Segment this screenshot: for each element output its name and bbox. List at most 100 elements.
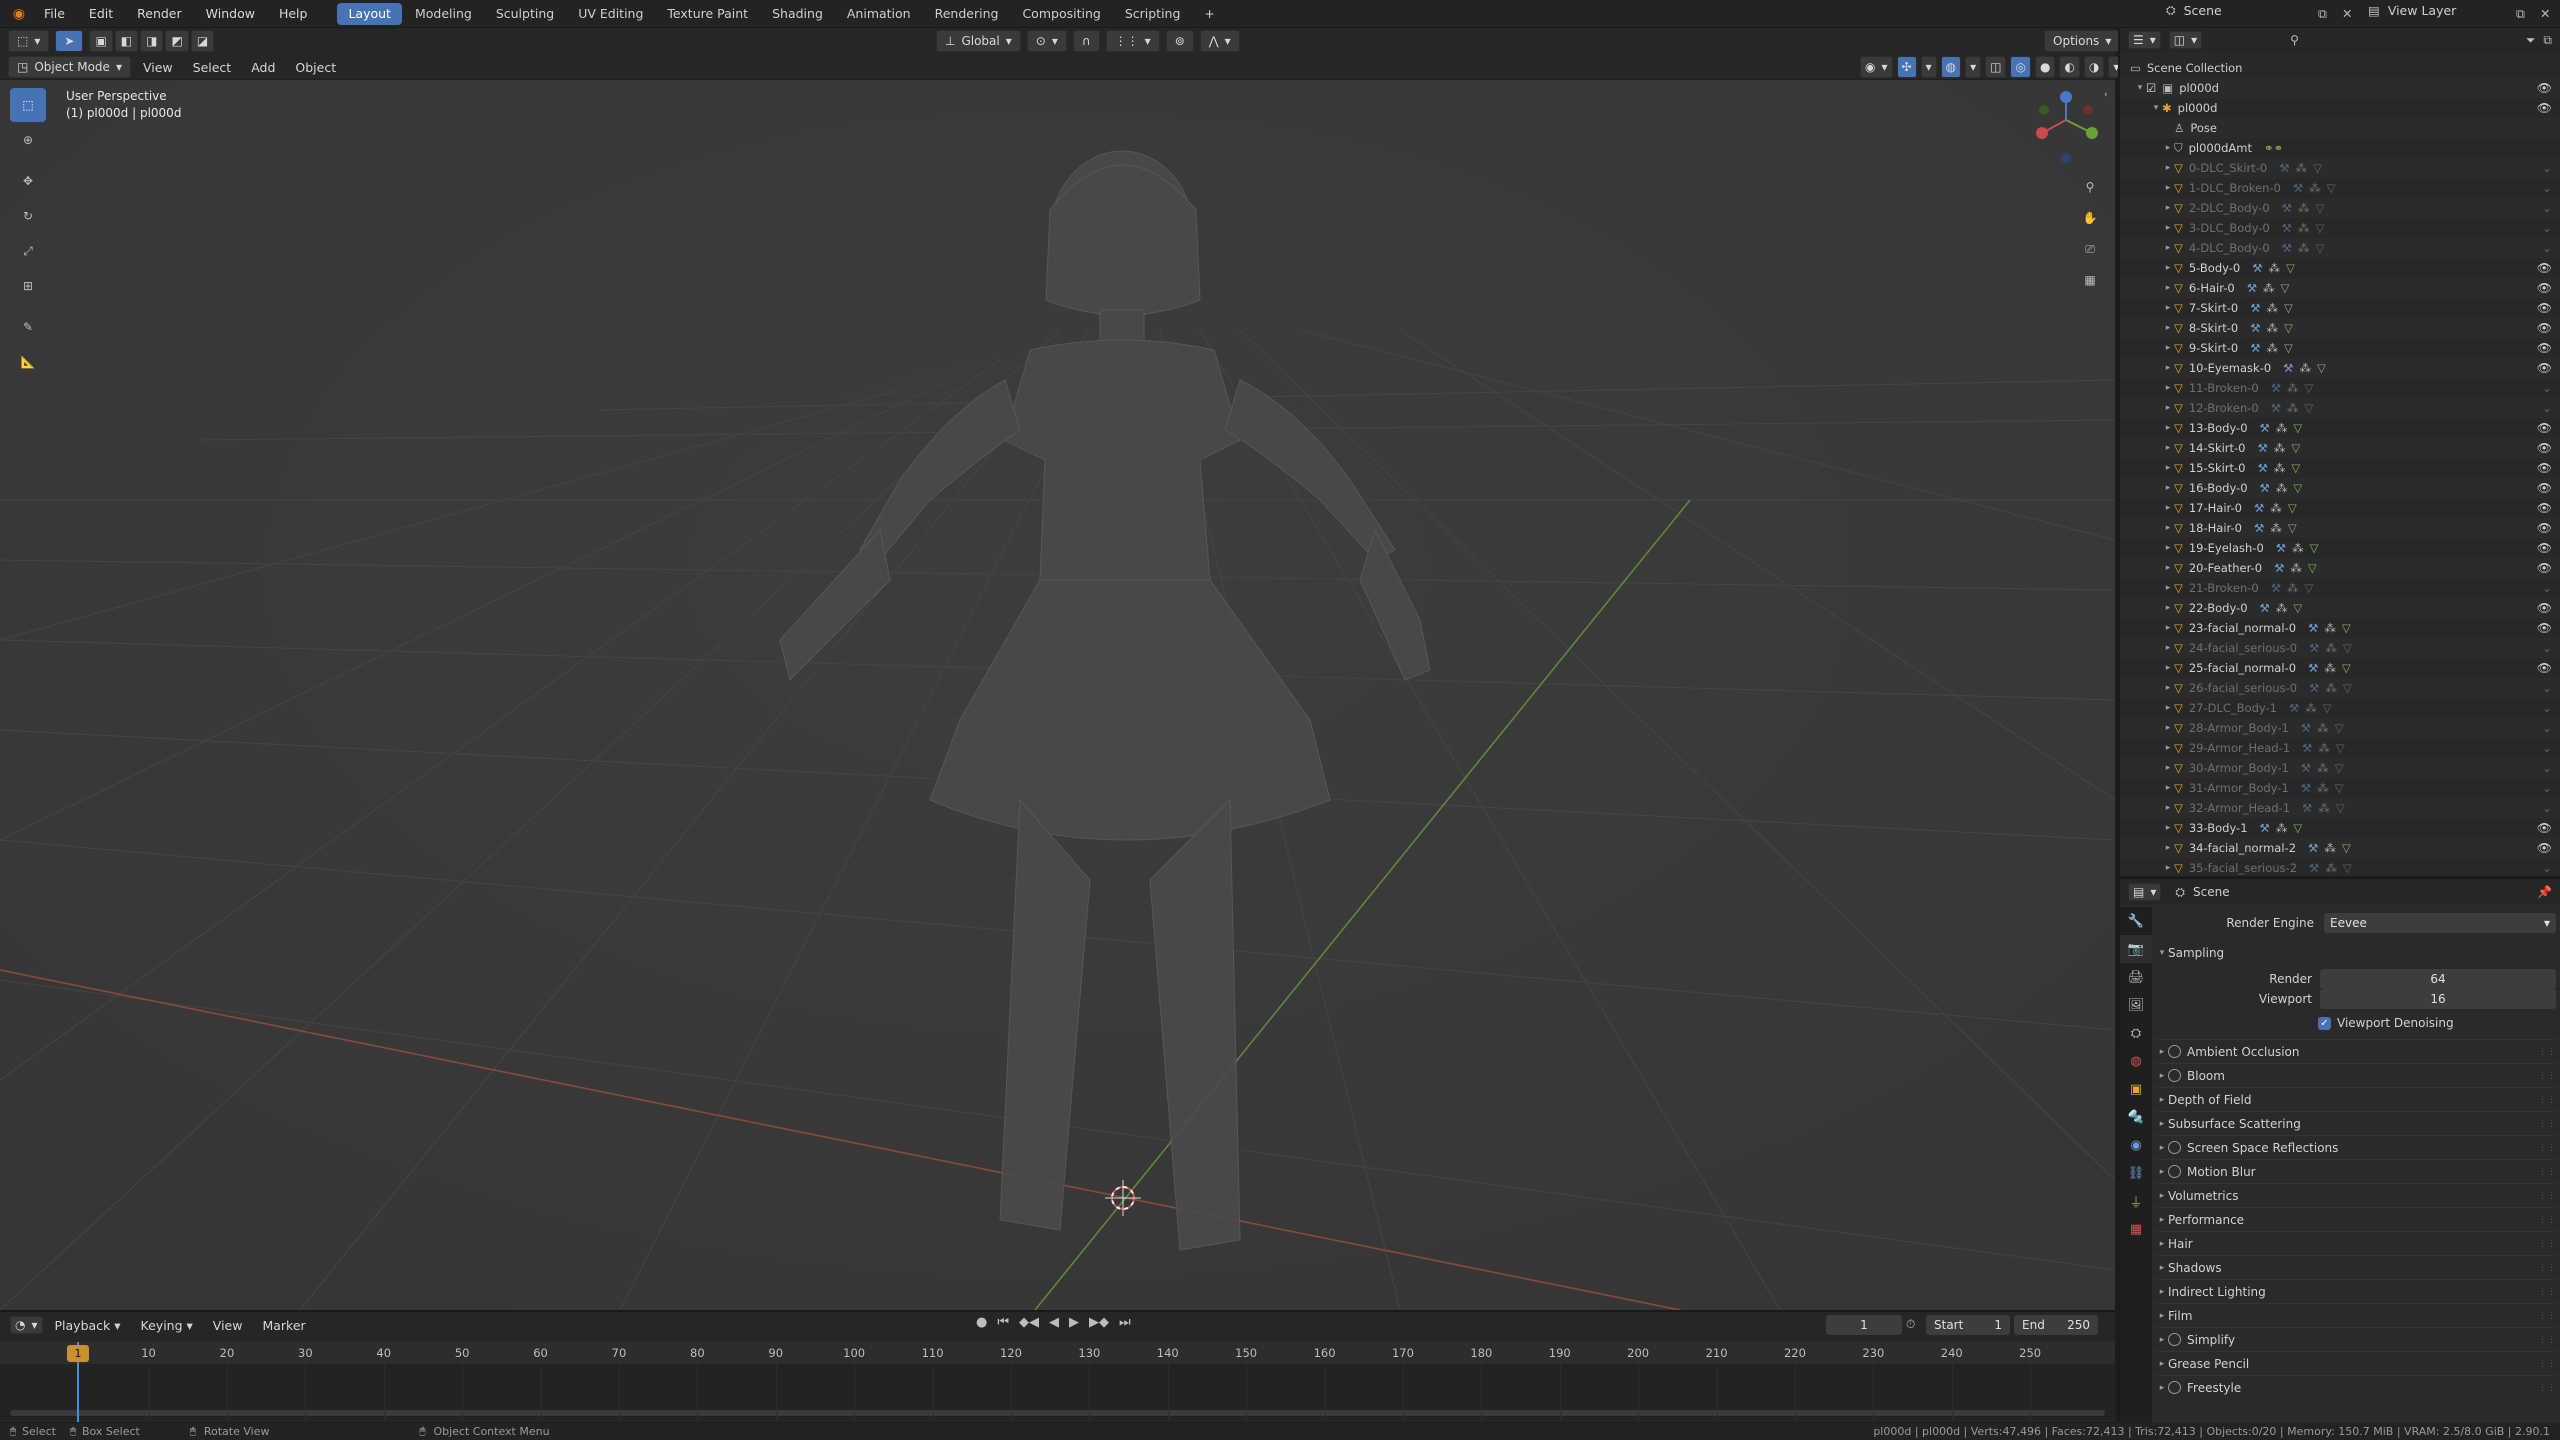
modifier-wrench-icon[interactable]: ⚒ <box>2302 801 2312 815</box>
properties-editor-type-button[interactable]: ▤ ▾ <box>2128 883 2162 901</box>
visibility-eye-icon[interactable]: 👁 <box>2537 521 2552 535</box>
workspace-tab-rendering[interactable]: Rendering <box>924 3 1010 25</box>
outliner-object-row[interactable]: ▸ ▽ 28-Armor_Body-1 ⚒ ⁂ ▽ ⌄ <box>2120 718 2560 738</box>
mesh-data-icon[interactable]: ▽ <box>2288 521 2297 535</box>
editor-type-button[interactable]: ⬚ ▾ <box>8 30 50 52</box>
collection-row[interactable]: ▾ ☑ ▣ pl000d 👁 <box>2120 78 2560 98</box>
hidden-eye-icon[interactable]: ⌄ <box>2542 161 2552 175</box>
render-subpanel-header[interactable]: ▸ Volumetrics ⋮⋮ <box>2156 1183 2556 1207</box>
hidden-eye-icon[interactable]: ⌄ <box>2542 741 2552 755</box>
gizmo-toggle[interactable]: ✣ <box>1896 56 1917 78</box>
menu-render[interactable]: Render <box>127 0 192 28</box>
render-subpanel-header[interactable]: ▸ Motion Blur ⋮⋮ <box>2156 1159 2556 1183</box>
mesh-data-icon[interactable]: ▽ <box>2342 621 2351 635</box>
expand-arrow-icon[interactable]: ▸ <box>2162 703 2174 713</box>
visibility-eye-icon[interactable]: 👁 <box>2537 301 2552 315</box>
mesh-data-icon[interactable]: ▽ <box>2327 181 2336 195</box>
tab-tool[interactable]: 🔧 <box>2120 907 2152 935</box>
hidden-eye-icon[interactable]: ⌄ <box>2542 721 2552 735</box>
workspace-tab-sculpting[interactable]: Sculpting <box>485 3 565 25</box>
enable-toggle-checkbox[interactable] <box>2168 1381 2181 1394</box>
vertex-groups-icon[interactable]: ⁂ <box>2324 621 2336 635</box>
mesh-data-icon[interactable]: ▽ <box>2293 601 2302 615</box>
keyframe-track[interactable] <box>0 1364 2115 1420</box>
modifier-wrench-icon[interactable]: ⚒ <box>2247 281 2257 295</box>
expand-arrow-icon[interactable]: ▸ <box>2162 483 2174 493</box>
mesh-data-icon[interactable]: ▽ <box>2335 781 2344 795</box>
3d-viewport[interactable]: User Perspective (1) pl000d | pl000d ⚲ ✋… <box>0 80 2115 1310</box>
drag-handle-icon[interactable]: ⋮⋮ <box>2538 1071 2556 1081</box>
mesh-data-icon[interactable]: ▽ <box>2305 401 2314 415</box>
hidden-eye-icon[interactable]: ⌄ <box>2542 381 2552 395</box>
move-tool[interactable]: ✥ <box>10 164 46 198</box>
expand-arrow-icon[interactable]: ▸ <box>2162 783 2174 793</box>
hidden-eye-icon[interactable]: ⌄ <box>2542 761 2552 775</box>
enable-toggle-checkbox[interactable] <box>2168 1045 2181 1058</box>
mesh-data-icon[interactable]: ▽ <box>2315 221 2324 235</box>
expand-arrow-icon[interactable]: ▸ <box>2162 403 2174 413</box>
vertex-groups-icon[interactable]: ⁂ <box>2287 581 2299 595</box>
modifier-wrench-icon[interactable]: ⚒ <box>2271 581 2281 595</box>
expand-arrow-icon[interactable]: ▸ <box>2162 743 2174 753</box>
outliner-object-row[interactable]: ▸ ▽ 25-facial_normal-0 ⚒ ⁂ ▽ 👁 <box>2120 658 2560 678</box>
expand-arrow-icon[interactable]: ▸ <box>2162 303 2174 313</box>
timeline-menu-view[interactable]: View <box>205 1318 251 1333</box>
viewport-menu-add[interactable]: Add <box>243 60 283 75</box>
vertex-groups-icon[interactable]: ⁂ <box>2263 281 2275 295</box>
modifier-wrench-icon[interactable]: ⚒ <box>2258 441 2268 455</box>
mesh-data-icon[interactable]: ▽ <box>2317 361 2326 375</box>
proportional-falloff-dropdown[interactable]: ⋀ ▾ <box>1199 30 1240 52</box>
overlays-dropdown[interactable]: ▾ <box>1965 56 1982 78</box>
timeline-editor-type-button[interactable]: ◔ ▾ <box>10 1316 43 1334</box>
render-subpanel-header[interactable]: ▸ Performance ⋮⋮ <box>2156 1207 2556 1231</box>
tab-output[interactable]: 🖨 <box>2120 963 2152 991</box>
zoom-button[interactable]: ⚲ <box>2076 172 2104 202</box>
expand-arrow-icon[interactable]: ▸ <box>2162 723 2174 733</box>
snap-toggle[interactable]: ∩ <box>1072 30 1100 52</box>
workspace-tab-uv-editing[interactable]: UV Editing <box>567 3 654 25</box>
viewport-samples-field[interactable]: 16 <box>2320 989 2556 1009</box>
select-subtract-button[interactable]: ◨ <box>140 30 164 52</box>
mesh-data-icon[interactable]: ▽ <box>2336 741 2345 755</box>
render-subpanel-header[interactable]: ▸ Bloom ⋮⋮ <box>2156 1063 2556 1087</box>
select-tweak-button[interactable]: ➤ <box>55 30 84 52</box>
xray-toggle[interactable]: ◫ <box>1985 56 2007 78</box>
modifier-wrench-icon[interactable]: ⚒ <box>2293 181 2303 195</box>
modifier-wrench-icon[interactable]: ⚒ <box>2254 501 2264 515</box>
modifier-wrench-icon[interactable]: ⚒ <box>2271 401 2281 415</box>
timeline-menu-keying[interactable]: Keying ▾ <box>133 1318 201 1333</box>
outliner-object-row[interactable]: ▸ ▽ 19-Eyelash-0 ⚒ ⁂ ▽ 👁 <box>2120 538 2560 558</box>
drag-handle-icon[interactable]: ⋮⋮ <box>2538 1143 2556 1153</box>
expand-arrow-icon[interactable]: ▸ <box>2162 263 2174 273</box>
mesh-data-icon[interactable]: ▽ <box>2342 661 2351 675</box>
outliner-search-icon[interactable]: ⚲ <box>2290 33 2299 47</box>
vertex-groups-icon[interactable]: ⁂ <box>2292 541 2304 555</box>
expand-arrow-icon[interactable]: ▸ <box>2162 223 2174 233</box>
expand-arrow-icon[interactable]: ▸ <box>2162 323 2174 333</box>
expand-arrow-icon[interactable]: ▸ <box>2162 683 2174 693</box>
outliner-object-row[interactable]: ▸ ▽ 6-Hair-0 ⚒ ⁂ ▽ 👁 <box>2120 278 2560 298</box>
render-engine-dropdown[interactable]: Eevee ▾ <box>2324 913 2556 933</box>
mesh-data-icon[interactable]: ▽ <box>2284 341 2293 355</box>
new-scene-icon[interactable]: ⧉ <box>2318 6 2327 22</box>
hidden-eye-icon[interactable]: ⌄ <box>2542 201 2552 215</box>
modifier-wrench-icon[interactable]: ⚒ <box>2279 161 2289 175</box>
vertex-groups-icon[interactable]: ⁂ <box>2274 461 2286 475</box>
menu-window[interactable]: Window <box>196 0 265 28</box>
outliner-object-row[interactable]: ▸ ▽ 24-facial_serious-0 ⚒ ⁂ ▽ ⌄ <box>2120 638 2560 658</box>
visibility-eye-icon[interactable]: 👁 <box>2537 661 2552 675</box>
mesh-data-icon[interactable]: ▽ <box>2323 701 2332 715</box>
modifier-wrench-icon[interactable]: ⚒ <box>2274 561 2284 575</box>
vertex-groups-icon[interactable]: ⁂ <box>2267 341 2279 355</box>
mesh-data-icon[interactable]: ▽ <box>2284 321 2293 335</box>
visibility-eye-icon[interactable]: 👁 <box>2537 341 2552 355</box>
menu-file[interactable]: File <box>34 0 75 28</box>
select-intersect-button[interactable]: ◪ <box>190 30 215 52</box>
expand-arrow-icon[interactable]: ▾ <box>2150 103 2162 113</box>
workspace-tab-scripting[interactable]: Scripting <box>1114 3 1192 25</box>
vertex-groups-icon[interactable]: ⁂ <box>2267 301 2279 315</box>
hidden-eye-icon[interactable]: ⌄ <box>2542 241 2552 255</box>
mesh-data-icon[interactable]: ▽ <box>2286 261 2295 275</box>
armature-data-row[interactable]: ▸ ⛉ pl000dAmt ⚭⚭ <box>2120 138 2560 158</box>
outliner-object-row[interactable]: ▸ ▽ 18-Hair-0 ⚒ ⁂ ▽ 👁 <box>2120 518 2560 538</box>
